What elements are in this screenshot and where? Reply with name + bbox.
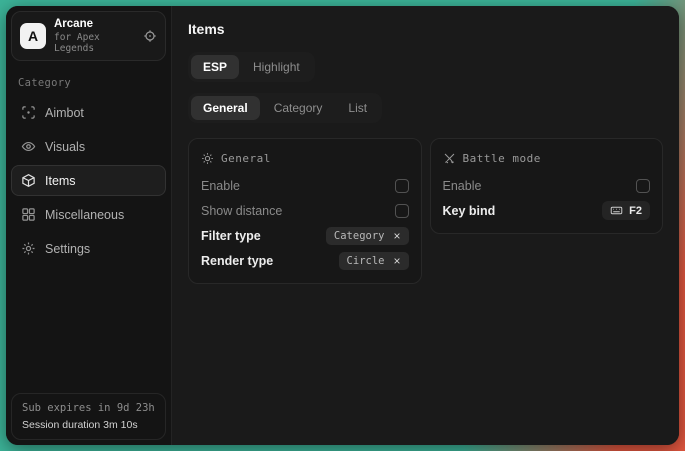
setting-label: Render type <box>201 254 273 268</box>
keybind-value: F2 <box>629 205 642 217</box>
app-logo: A <box>20 23 46 49</box>
tab-category[interactable]: Category <box>262 96 335 120</box>
tab-list[interactable]: List <box>336 96 379 120</box>
swords-icon <box>443 152 456 165</box>
sidebar-item-items[interactable]: Items <box>11 165 166 196</box>
grid-icon <box>21 207 36 222</box>
filter-type-select[interactable]: Category × <box>326 227 409 245</box>
selected-value: Circle <box>347 255 385 267</box>
render-type-select[interactable]: Circle × <box>339 252 409 270</box>
keyboard-icon <box>610 204 623 217</box>
panel-general-header: General <box>201 145 409 173</box>
sidebar-item-label: Aimbot <box>45 106 84 120</box>
panel-general: General Enable Show distance Filter type… <box>188 138 422 284</box>
panel-battle-mode-header: Battle mode <box>443 145 651 173</box>
sidebar-item-label: Miscellaneous <box>45 208 124 222</box>
app-subtitle: for Apex Legends <box>54 32 135 54</box>
enable-checkbox[interactable] <box>395 179 409 193</box>
eye-icon <box>21 139 36 154</box>
keybind-button[interactable]: F2 <box>602 201 650 220</box>
setting-row-show-distance: Show distance <box>201 198 409 223</box>
package-icon <box>21 173 36 188</box>
selected-value: Category <box>334 230 385 242</box>
app-name: Arcane <box>54 18 135 30</box>
setting-row-enable: Enable <box>201 173 409 198</box>
panel-battle-mode: Battle mode Enable Key bind <box>430 138 664 234</box>
sidebar-nav: Aimbot Visuals Items <box>11 97 166 264</box>
app-window: A Arcane for Apex Legends Category <box>6 6 679 445</box>
setting-label: Enable <box>443 179 482 193</box>
sidebar-item-settings[interactable]: Settings <box>11 233 166 264</box>
sidebar-section-label: Category <box>18 77 159 89</box>
main-content: Items ESP Highlight General Category Lis… <box>172 6 679 445</box>
sub-expires-text: Sub expires in 9d 23h <box>22 402 155 414</box>
sidebar: A Arcane for Apex Legends Category <box>6 6 172 445</box>
sidebar-item-label: Visuals <box>45 140 85 154</box>
tab-group-section: General Category List <box>188 93 382 123</box>
panels-container: General Enable Show distance Filter type… <box>188 138 663 284</box>
tab-general[interactable]: General <box>191 96 260 120</box>
setting-row-filter-type: Filter type Category × <box>201 223 409 248</box>
setting-label: Key bind <box>443 204 496 218</box>
sidebar-item-label: Settings <box>45 242 90 256</box>
sidebar-item-miscellaneous[interactable]: Miscellaneous <box>11 199 166 230</box>
setting-row-render-type: Render type Circle × <box>201 248 409 273</box>
sidebar-item-label: Items <box>45 174 76 188</box>
crosshair-icon <box>21 105 36 120</box>
setting-label: Filter type <box>201 229 261 243</box>
tab-group-mode: ESP Highlight <box>188 52 315 82</box>
close-icon[interactable]: × <box>393 230 400 242</box>
sidebar-item-aimbot[interactable]: Aimbot <box>11 97 166 128</box>
show-distance-checkbox[interactable] <box>395 204 409 218</box>
target-icon[interactable] <box>143 29 157 43</box>
page-title: Items <box>188 21 663 37</box>
brand-card: A Arcane for Apex Legends <box>11 11 166 61</box>
sun-icon <box>201 152 214 165</box>
brand-text: Arcane for Apex Legends <box>54 18 135 54</box>
sidebar-item-visuals[interactable]: Visuals <box>11 131 166 162</box>
gear-icon <box>21 241 36 256</box>
tab-highlight[interactable]: Highlight <box>241 55 312 79</box>
tab-esp[interactable]: ESP <box>191 55 239 79</box>
setting-row-enable: Enable <box>443 173 651 198</box>
setting-row-key-bind: Key bind F2 <box>443 198 651 223</box>
session-duration-text: Session duration 3m 10s <box>22 419 155 431</box>
battle-enable-checkbox[interactable] <box>636 179 650 193</box>
subscription-info-card: Sub expires in 9d 23h Session duration 3… <box>11 393 166 440</box>
setting-label: Enable <box>201 179 240 193</box>
panel-title: Battle mode <box>463 152 541 165</box>
setting-label: Show distance <box>201 204 282 218</box>
close-icon[interactable]: × <box>393 255 400 267</box>
panel-title: General <box>221 152 271 165</box>
